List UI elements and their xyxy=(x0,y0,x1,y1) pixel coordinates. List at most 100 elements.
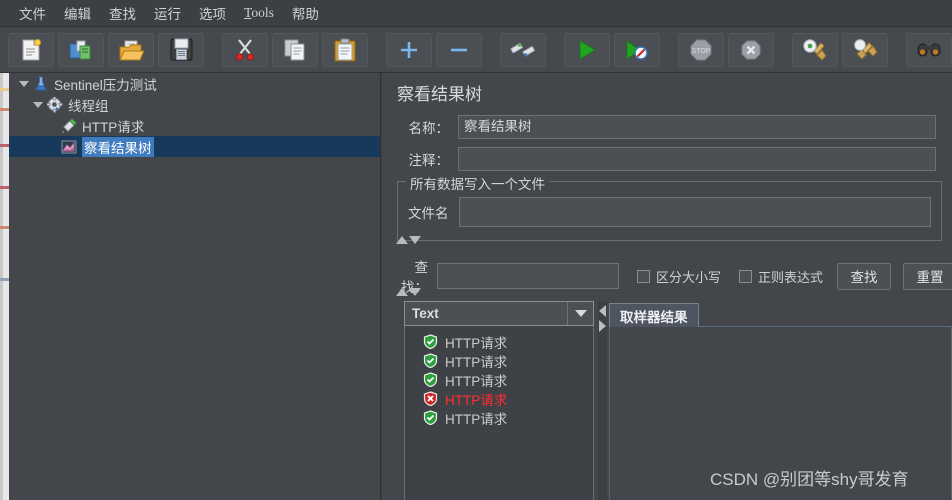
paste-icon xyxy=(334,38,356,62)
start-no-pauses-button[interactable] xyxy=(614,32,660,67)
filename-field[interactable] xyxy=(458,197,931,227)
stop-button[interactable]: STOP xyxy=(678,32,724,67)
start-icon xyxy=(576,39,598,61)
menu-item-search[interactable]: 查找 xyxy=(100,0,145,26)
toolbar: STOP xyxy=(0,27,952,73)
tree-node-label: Sentinel压力测试 xyxy=(54,77,157,93)
stop-icon: STOP xyxy=(689,38,713,62)
regex-checkbox[interactable] xyxy=(738,269,752,283)
tree-node-thread-group[interactable]: 线程组 xyxy=(9,94,380,115)
http-sampler-icon xyxy=(59,117,79,135)
upper-split-collapse-controls[interactable] xyxy=(396,234,422,245)
menu-item-help[interactable]: 帮助 xyxy=(283,0,328,26)
tree-node-view-results-tree[interactable]: 察看结果树 xyxy=(9,136,380,157)
list-item[interactable]: HTTP请求 xyxy=(405,351,593,370)
templates-icon xyxy=(68,38,94,62)
templates-button[interactable] xyxy=(58,32,104,67)
tree-node-label: 线程组 xyxy=(68,98,109,114)
clear-icon xyxy=(802,38,828,62)
copy-button[interactable] xyxy=(272,32,318,67)
list-item[interactable]: HTTP请求 xyxy=(405,370,593,389)
menu-item-edit[interactable]: 编辑 xyxy=(55,0,100,26)
case-sensitive-checkbox[interactable] xyxy=(636,269,650,283)
new-icon xyxy=(19,38,43,62)
collapse-left-icon[interactable] xyxy=(599,305,606,317)
collapse-button[interactable] xyxy=(436,32,482,67)
case-sensitive-label: 区分大小写 xyxy=(655,269,721,285)
menu-item-tools-rest: ools xyxy=(251,5,274,20)
write-to-file-group: 所有数据写入一个文件 文件名 xyxy=(397,173,942,241)
page-title: 察看结果树 xyxy=(397,85,482,104)
success-shield-icon xyxy=(423,372,438,388)
tree-node-label: 察看结果树 xyxy=(82,136,154,157)
renderer-select-value: Text xyxy=(412,306,439,321)
list-item[interactable]: HTTP请求 xyxy=(405,332,593,351)
tree-node-http-request[interactable]: HTTP请求 xyxy=(9,115,380,136)
cut-button[interactable] xyxy=(222,32,268,67)
collapse-up-icon[interactable] xyxy=(396,235,408,244)
test-plan-icon xyxy=(31,75,51,93)
shutdown-button[interactable] xyxy=(728,32,774,67)
shutdown-icon xyxy=(739,38,763,62)
watermark: CSDN @别团等shy哥发育 xyxy=(710,470,909,489)
menu-item-run[interactable]: 运行 xyxy=(145,0,190,26)
collapse-right-icon[interactable] xyxy=(599,320,606,332)
list-item-label: HTTP请求 xyxy=(445,335,508,351)
search-icon xyxy=(916,41,942,59)
save-button[interactable] xyxy=(158,32,204,67)
collapse-down-icon[interactable] xyxy=(409,235,421,244)
chevron-down-icon[interactable] xyxy=(567,302,593,325)
start-button[interactable] xyxy=(564,32,610,67)
name-row: 名称： 察看结果树 xyxy=(397,115,942,139)
comment-row: 注释： xyxy=(397,147,942,171)
tab-sampler-result[interactable]: 取样器结果 xyxy=(609,303,699,327)
success-shield-icon xyxy=(423,334,438,350)
menu-bar: 文件 编辑 查找 运行 选项 Tools 帮助 xyxy=(0,0,952,27)
results-split-divider[interactable] xyxy=(598,301,607,500)
list-item-label: HTTP请求 xyxy=(445,392,508,408)
jmeter-window: 文件 编辑 查找 运行 选项 Tools 帮助 STOP Sentinel压力测… xyxy=(0,0,952,500)
test-plan-tree[interactable]: Sentinel压力测试 线程组 HTTP请求 察看结果树 xyxy=(9,73,381,500)
toggle-icon xyxy=(510,38,536,62)
filename-row: 文件名 xyxy=(408,197,931,227)
menu-item-file[interactable]: 文件 xyxy=(10,0,55,26)
copy-icon xyxy=(283,38,307,62)
paste-button[interactable] xyxy=(322,32,368,67)
list-item[interactable]: HTTP请求 xyxy=(405,389,593,408)
expand-toggle-icon[interactable] xyxy=(31,98,45,112)
toggle-button[interactable] xyxy=(500,32,546,67)
name-field[interactable]: 察看结果树 xyxy=(458,115,936,139)
search-reset-button-label[interactable]: 重置 xyxy=(903,262,952,290)
list-item[interactable]: HTTP请求 xyxy=(405,408,593,427)
start-no-pauses-icon xyxy=(625,39,649,61)
expand-toggle-icon[interactable] xyxy=(17,77,31,91)
renderer-select[interactable]: Text xyxy=(404,301,594,326)
clear-all-button[interactable] xyxy=(842,32,888,67)
filename-label: 文件名 xyxy=(408,206,449,221)
new-button[interactable] xyxy=(8,32,54,67)
success-shield-icon xyxy=(423,410,438,426)
success-shield-icon xyxy=(423,353,438,369)
name-label: 名称： xyxy=(408,121,450,136)
svg-text:STOP: STOP xyxy=(692,48,711,55)
results-list[interactable]: HTTP请求 HTTP请求 HTTP请求 HTTP请求 HTTP请求 xyxy=(404,326,594,500)
menu-item-options[interactable]: 选项 xyxy=(190,0,235,26)
collapse-down-icon[interactable] xyxy=(409,287,421,296)
search-input[interactable] xyxy=(437,263,619,289)
open-button[interactable] xyxy=(108,32,154,67)
search-button[interactable] xyxy=(906,32,952,67)
clear-button[interactable] xyxy=(792,32,838,67)
tree-node-test-plan[interactable]: Sentinel压力测试 xyxy=(9,73,380,94)
background-window-sliver xyxy=(0,26,9,500)
expand-button[interactable] xyxy=(386,32,432,67)
menu-item-tools[interactable]: Tools xyxy=(235,2,283,24)
regex-label: 正则表达式 xyxy=(757,269,823,285)
view-results-tree-icon xyxy=(59,138,79,156)
list-item-label: HTTP请求 xyxy=(445,373,508,389)
comment-field[interactable] xyxy=(458,147,936,171)
lower-split-collapse-controls[interactable] xyxy=(396,286,422,297)
list-item-label: HTTP请求 xyxy=(445,354,508,370)
list-item-label: HTTP请求 xyxy=(445,411,508,427)
search-submit-button[interactable]: 查找 xyxy=(837,262,891,290)
collapse-up-icon[interactable] xyxy=(396,287,408,296)
